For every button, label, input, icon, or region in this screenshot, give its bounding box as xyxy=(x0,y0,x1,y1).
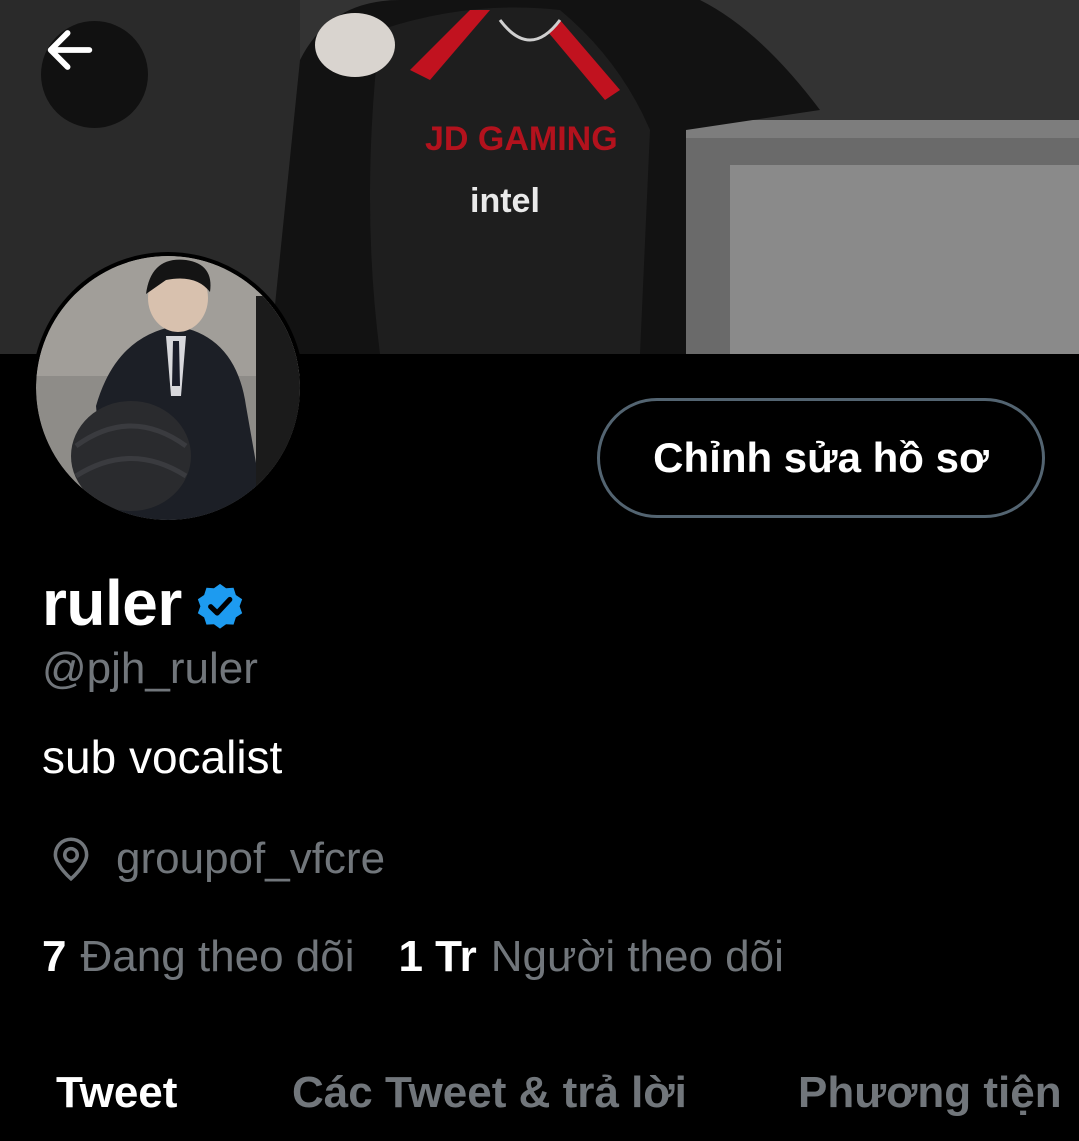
location-row: groupof_vfcre xyxy=(46,833,385,885)
banner-jersey-sponsor: intel xyxy=(470,182,540,220)
edit-profile-button[interactable]: Chỉnh sửa hồ sơ xyxy=(597,398,1045,518)
display-name-row: ruler xyxy=(42,566,248,640)
location-text: groupof_vfcre xyxy=(116,834,386,883)
verified-badge-icon[interactable] xyxy=(192,578,248,634)
back-button[interactable] xyxy=(41,21,148,128)
tab-tweets[interactable]: Tweet xyxy=(56,1068,177,1118)
followers-label: Người theo dõi xyxy=(490,932,784,981)
following-count: 7 xyxy=(42,932,67,981)
avatar-image xyxy=(36,256,300,520)
banner-jersey-brand: JD GAMING xyxy=(425,120,618,158)
followers-link[interactable]: 1 Tr Người theo dõi xyxy=(398,932,783,982)
followers-count: 1 Tr xyxy=(398,932,477,981)
profile-bio: sub vocalist xyxy=(42,731,283,783)
tab-tweets-replies[interactable]: Các Tweet & trả lời xyxy=(292,1068,687,1118)
profile-tabs: Tweet Các Tweet & trả lời Phương tiện xyxy=(0,1060,1079,1141)
follow-stats: 7 Đang theo dõi 1 Tr Người theo dõi xyxy=(42,932,784,982)
user-handle: @pjh_ruler xyxy=(42,644,258,693)
avatar[interactable] xyxy=(32,252,304,524)
arrow-left-icon xyxy=(47,30,93,70)
display-name: ruler xyxy=(42,567,182,639)
following-link[interactable]: 7 Đang theo dõi xyxy=(42,932,354,982)
tab-media[interactable]: Phương tiện xyxy=(798,1068,1062,1118)
following-label: Đang theo dõi xyxy=(80,932,355,981)
location-pin-icon xyxy=(53,837,89,882)
